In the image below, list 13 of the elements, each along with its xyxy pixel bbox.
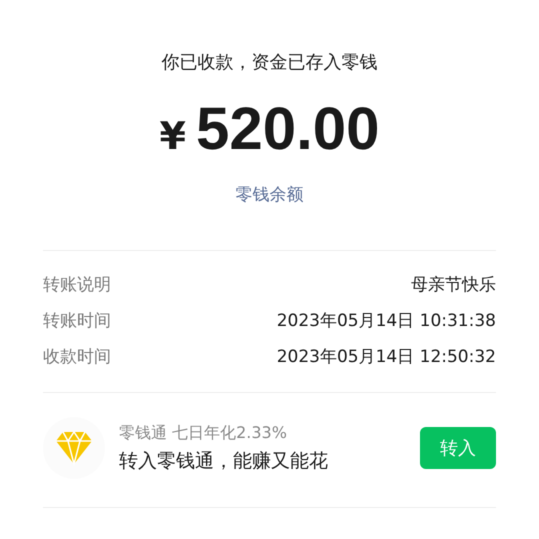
amount: 520.00 <box>196 94 380 163</box>
status-text: 你已收款，资金已存入零钱 <box>160 51 378 74</box>
detail-value: 母亲节快乐 <box>411 274 496 296</box>
promo-title: 零钱通 七日年化2.33% <box>119 422 288 444</box>
currency-symbol: ¥ <box>160 114 186 158</box>
detail-label: 转账时间 <box>43 310 111 332</box>
detail-label: 收款时间 <box>43 346 111 368</box>
balance-link[interactable]: 零钱余额 <box>236 183 304 206</box>
detail-value: 2023年05月14日 12:50:32 <box>276 346 496 368</box>
detail-label: 转账说明 <box>43 274 111 296</box>
detail-value: 2023年05月14日 10:31:38 <box>276 310 496 332</box>
promo-subtitle: 转入零钱通，能赚又能花 <box>119 448 329 474</box>
diamond-icon <box>55 431 93 465</box>
